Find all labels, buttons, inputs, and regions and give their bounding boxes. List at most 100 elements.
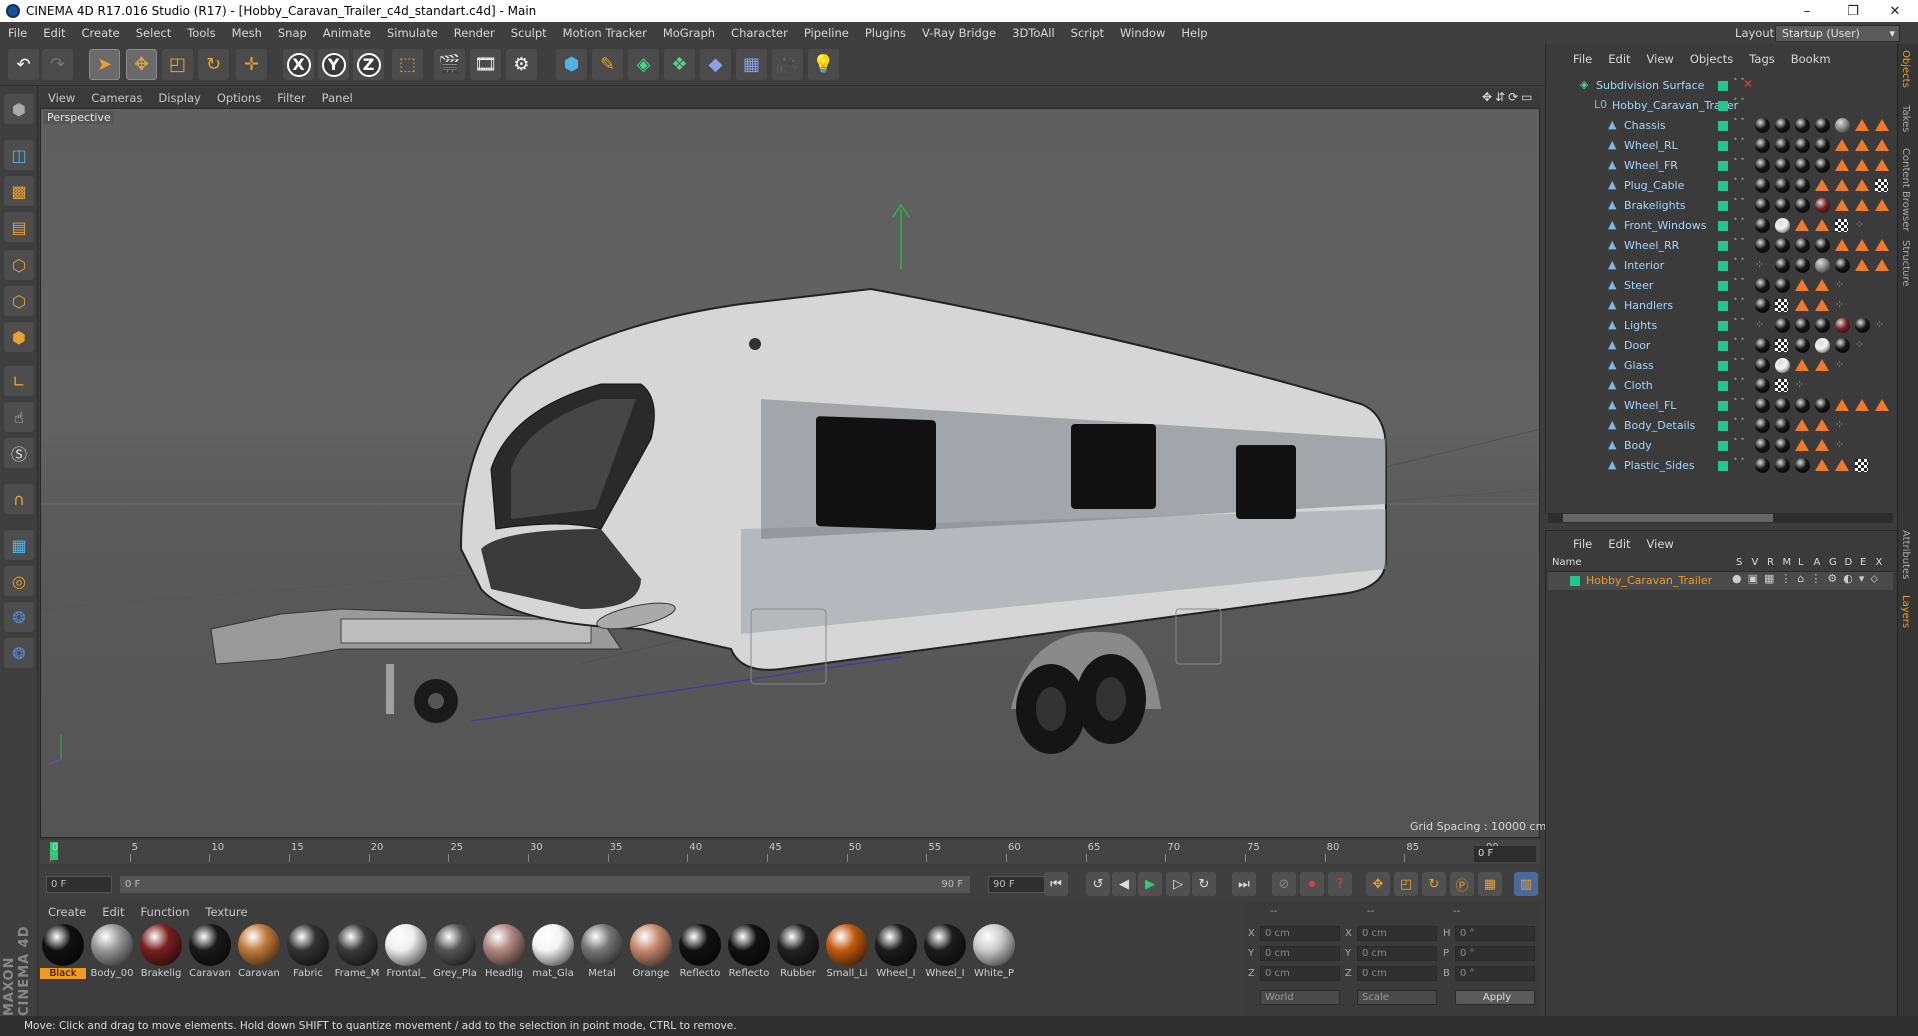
scale-tool-icon[interactable]: ◰ bbox=[162, 49, 193, 80]
uvw-tag-icon[interactable] bbox=[1815, 359, 1829, 371]
material-tag-icon[interactable] bbox=[1775, 318, 1790, 333]
dots-tag-icon[interactable]: ⁘ bbox=[1795, 378, 1804, 391]
menu-snap[interactable]: Snap bbox=[270, 26, 315, 40]
layer-menu-file[interactable]: File bbox=[1565, 537, 1600, 551]
layout-dropdown[interactable]: Startup (User) ▾ bbox=[1775, 25, 1900, 42]
layer-menu-view[interactable]: View bbox=[1639, 537, 1682, 551]
layer-column-l[interactable]: L bbox=[1798, 557, 1804, 568]
object-menu-view[interactable]: View bbox=[1639, 52, 1682, 66]
render-visibility-dots[interactable]: • • bbox=[1733, 236, 1745, 244]
size-y-field[interactable]: 0 cm bbox=[1357, 946, 1437, 961]
layer-column-v[interactable]: V bbox=[1752, 557, 1759, 568]
uvw-tag-icon[interactable] bbox=[1835, 459, 1849, 471]
material-tag-icon[interactable] bbox=[1815, 138, 1830, 153]
play-forward-icon[interactable]: ▶ bbox=[1138, 872, 1162, 896]
material-tag-icon[interactable] bbox=[1835, 258, 1850, 273]
material-tag-icon[interactable] bbox=[1815, 118, 1830, 133]
menu-v-ray-bridge[interactable]: V-Ray Bridge bbox=[914, 26, 1004, 40]
menu-help[interactable]: Help bbox=[1173, 26, 1215, 40]
uvw-tag-icon[interactable] bbox=[1855, 179, 1869, 191]
visibility-dot[interactable] bbox=[1718, 81, 1728, 91]
key-parameter-icon[interactable]: Ⓟ bbox=[1450, 872, 1474, 896]
material-tag-icon[interactable] bbox=[1775, 238, 1790, 253]
floor-icon[interactable]: ▦ bbox=[736, 49, 767, 80]
dots-tag-icon[interactable]: ⁘ bbox=[1755, 258, 1764, 271]
material-tag-icon[interactable] bbox=[1775, 118, 1790, 133]
coordinate-mode-dropdown[interactable]: World bbox=[1260, 990, 1340, 1005]
layer-column-r[interactable]: R bbox=[1767, 557, 1774, 568]
edges-mode-icon[interactable]: ⬡ bbox=[4, 286, 34, 316]
object-menu-edit[interactable]: Edit bbox=[1600, 52, 1638, 66]
menu-3dtoall[interactable]: 3DToAll bbox=[1004, 26, 1063, 40]
checker-texture-tag-icon[interactable] bbox=[1775, 299, 1788, 312]
tab-layers[interactable]: Layers bbox=[1900, 595, 1911, 628]
material-tag-icon[interactable] bbox=[1775, 418, 1790, 433]
uvw-tag-icon[interactable] bbox=[1815, 279, 1829, 291]
object-row[interactable]: ▲ Body • • ⁘ bbox=[1545, 435, 1897, 455]
object-row[interactable]: ▲ Cloth • • ⁘ bbox=[1545, 375, 1897, 395]
layer-column-x[interactable]: X bbox=[1876, 557, 1883, 568]
rotation-b-field[interactable]: 0 ° bbox=[1455, 966, 1535, 981]
uvw-tag-icon[interactable] bbox=[1855, 119, 1869, 131]
material-tag-icon[interactable] bbox=[1795, 158, 1810, 173]
render-visibility-dots[interactable]: • • bbox=[1733, 156, 1745, 164]
layer-column-e[interactable]: E bbox=[1860, 557, 1866, 568]
viewport-menu-cameras[interactable]: Cameras bbox=[83, 91, 150, 105]
recent-tools-icon[interactable]: ✛ bbox=[236, 49, 267, 80]
material-swatch[interactable]: Caravan bbox=[187, 924, 233, 984]
material-tag-icon[interactable] bbox=[1815, 318, 1830, 333]
x-axis-lock-button[interactable]: X bbox=[283, 49, 314, 80]
material-tag-icon[interactable] bbox=[1815, 258, 1830, 273]
menu-file[interactable]: File bbox=[0, 26, 35, 40]
render-visibility-dots[interactable]: • • bbox=[1733, 336, 1745, 344]
uvw-tag-icon[interactable] bbox=[1875, 139, 1889, 151]
layer-column-g[interactable]: G bbox=[1829, 557, 1837, 568]
visibility-dot[interactable] bbox=[1718, 201, 1728, 211]
material-tag-icon[interactable] bbox=[1775, 278, 1790, 293]
material-tag-icon[interactable] bbox=[1755, 158, 1770, 173]
material-tag-icon[interactable] bbox=[1795, 178, 1810, 193]
close-button[interactable]: ✕ bbox=[1872, 0, 1918, 22]
material-swatch[interactable]: Fabric bbox=[285, 924, 331, 984]
redo-icon[interactable]: ↷ bbox=[42, 49, 73, 80]
layer-flag-icons[interactable]: ●▣▦⋮⌂⋮⚙◐▾⬦ bbox=[1732, 572, 1884, 586]
material-tag-icon[interactable] bbox=[1775, 458, 1790, 473]
go-to-end-icon[interactable]: ⏭ bbox=[1232, 872, 1256, 896]
visibility-dot[interactable] bbox=[1718, 361, 1728, 371]
material-swatch[interactable]: Body_00 bbox=[89, 924, 135, 984]
render-visibility-dots[interactable]: • • bbox=[1733, 196, 1745, 204]
visibility-dot[interactable] bbox=[1718, 101, 1728, 111]
material-tag-icon[interactable] bbox=[1815, 198, 1830, 213]
select-arrow-icon[interactable]: ➤ bbox=[89, 49, 120, 80]
uvw-tag-icon[interactable] bbox=[1875, 199, 1889, 211]
points-mode-icon[interactable]: ⬡ bbox=[4, 250, 34, 280]
key-pla-icon[interactable]: ▦ bbox=[1478, 872, 1502, 896]
object-manager-hscrollbar[interactable] bbox=[1548, 513, 1893, 523]
visibility-dot[interactable] bbox=[1718, 401, 1728, 411]
subdivision-surface-icon[interactable]: ◈ bbox=[628, 49, 659, 80]
visibility-dot[interactable] bbox=[1718, 341, 1728, 351]
render-visibility-dots[interactable]: • • bbox=[1733, 276, 1745, 284]
material-tag-icon[interactable] bbox=[1775, 158, 1790, 173]
uvw-tag-icon[interactable] bbox=[1855, 199, 1869, 211]
object-row[interactable]: ◈ Subdivision Surface • • ✕ bbox=[1545, 75, 1897, 95]
menu-sculpt[interactable]: Sculpt bbox=[503, 26, 555, 40]
uvw-tag-icon[interactable] bbox=[1815, 459, 1829, 471]
object-row[interactable]: ▲ Interior • • ⁘ bbox=[1545, 255, 1897, 275]
object-row[interactable]: ▲ Brakelights • • bbox=[1545, 195, 1897, 215]
material-swatch[interactable]: Grey_Pla bbox=[432, 924, 478, 984]
uvw-tag-icon[interactable] bbox=[1795, 439, 1809, 451]
visibility-dot[interactable] bbox=[1718, 261, 1728, 271]
material-tag-icon[interactable] bbox=[1755, 418, 1770, 433]
pen-spline-icon[interactable]: ✎ bbox=[592, 49, 623, 80]
object-row[interactable]: ▲ Wheel_RR • • bbox=[1545, 235, 1897, 255]
menu-render[interactable]: Render bbox=[446, 26, 503, 40]
previous-frame-icon[interactable]: ◀ bbox=[1112, 872, 1136, 896]
object-row[interactable]: ▲ Plug_Cable • • bbox=[1545, 175, 1897, 195]
material-tag-icon[interactable] bbox=[1755, 178, 1770, 193]
render-settings-icon[interactable]: ⚙ bbox=[506, 49, 537, 80]
uvw-tag-icon[interactable] bbox=[1815, 179, 1829, 191]
material-tag-icon[interactable] bbox=[1835, 318, 1850, 333]
material-tag-icon[interactable] bbox=[1795, 318, 1810, 333]
material-swatch[interactable]: Reflecto bbox=[677, 924, 723, 984]
